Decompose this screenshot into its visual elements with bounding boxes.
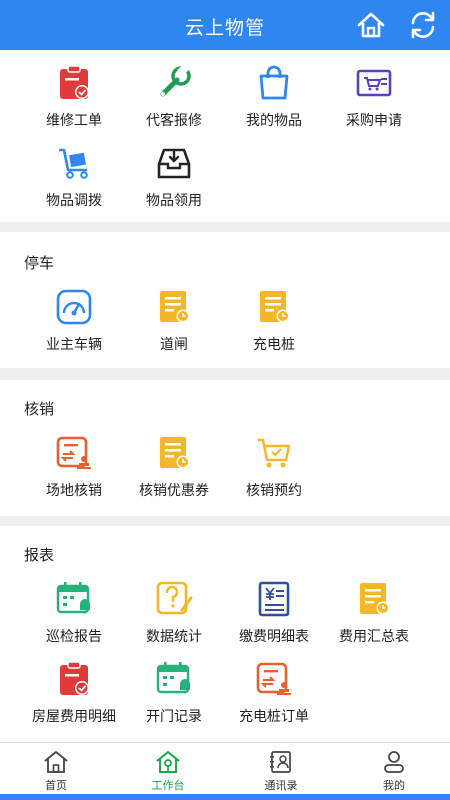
- grid-item-inspection-report[interactable]: 巡检报告: [24, 580, 124, 646]
- grid-item-barrier-gate[interactable]: 道闸: [124, 288, 224, 354]
- grid-item-owner-vehicle[interactable]: 业主车辆: [24, 288, 124, 354]
- grid-item-repair-order[interactable]: 维修工单: [24, 64, 124, 130]
- grid-item-label: 道闸: [160, 337, 188, 353]
- tab-workbench[interactable]: 工作台: [112, 743, 224, 795]
- grid-item-label: 巡检报告: [46, 629, 102, 645]
- tab-label: 工作台: [151, 779, 185, 792]
- clipboard-check-icon: [60, 65, 89, 99]
- grid-item-charging-order[interactable]: 充电桩订单: [224, 660, 324, 726]
- calendar-bell-icon: [156, 662, 190, 694]
- speedometer-icon: [56, 289, 92, 325]
- cart-check-icon: [258, 438, 291, 468]
- document-clock-icon: [160, 291, 190, 323]
- grid-item-label: 代客报修: [146, 113, 202, 129]
- user-icon: [384, 751, 404, 773]
- grid-item-venue-verify[interactable]: 场地核销: [24, 434, 124, 500]
- grid-item-door-record[interactable]: 开门记录: [124, 660, 224, 726]
- grid-item-label: 场地核销: [46, 483, 102, 499]
- inbox-download-icon: [157, 148, 191, 179]
- grid-item-label: 核销预约: [246, 483, 302, 499]
- grid-item-label: 核销优惠券: [139, 483, 209, 499]
- report-section: 报表 巡检报告 数据统计 缴费明细表 费用汇总表 房屋费用明细 开门记录 充电桩…: [0, 526, 450, 742]
- grid-item-payment-detail[interactable]: 缴费明细表: [224, 580, 324, 646]
- grid-item-label: 缴费明细表: [239, 629, 309, 645]
- grid-item-label: 充电桩: [253, 337, 295, 353]
- grid-item-item-requisition[interactable]: 物品领用: [124, 144, 224, 210]
- document-clock-icon: [160, 437, 190, 469]
- grid-item-data-statistics[interactable]: 数据统计: [124, 580, 224, 646]
- grid-item-verify-coupon[interactable]: 核销优惠券: [124, 434, 224, 500]
- tab-contacts[interactable]: 通讯录: [225, 743, 337, 795]
- grid-item-purchase-request[interactable]: 采购申请: [324, 64, 424, 130]
- app-header: 云上物管: [0, 0, 450, 50]
- grid-item-label: 数据统计: [146, 629, 202, 645]
- section-title-parking: 停车: [24, 254, 55, 272]
- home-icon[interactable]: [356, 10, 386, 40]
- home-icon: [44, 751, 68, 773]
- grid-item-label: 物品领用: [146, 193, 202, 209]
- tab-home[interactable]: 首页: [0, 743, 112, 795]
- section-title-verify: 核销: [24, 400, 55, 418]
- document-clock-icon: [360, 583, 390, 615]
- refresh-icon[interactable]: [408, 10, 438, 40]
- tab-label: 我的: [383, 779, 405, 792]
- ticket-stamp-icon: [56, 436, 91, 469]
- section-title-report: 报表: [24, 546, 55, 564]
- question-pen-icon: [156, 581, 193, 615]
- tab-mine[interactable]: 我的: [338, 743, 450, 795]
- contacts-icon: [270, 751, 291, 773]
- grid-item-label: 充电桩订单: [239, 709, 309, 725]
- tab-label: 首页: [45, 779, 67, 792]
- grid-item-label: 业主车辆: [46, 337, 102, 353]
- grid-item-item-transfer[interactable]: 物品调拨: [24, 144, 124, 210]
- grid-item-label: 维修工单: [46, 113, 102, 129]
- calendar-bell-icon: [56, 582, 90, 614]
- system-nav-bar: [0, 794, 450, 800]
- grid-item-proxy-repair[interactable]: 代客报修: [124, 64, 224, 130]
- shopping-bag-icon: [259, 65, 289, 100]
- tools-section: 维修工单 代客报修 我的物品 采购申请 物品调拨 物品领用: [0, 50, 450, 222]
- grid-item-label: 采购申请: [346, 113, 402, 129]
- grid-item-house-fee-detail[interactable]: 房屋费用明细: [24, 660, 124, 726]
- cart-transfer-icon: [59, 148, 88, 179]
- wrench-icon: [160, 64, 191, 97]
- purchase-card-icon: [356, 69, 392, 97]
- grid-item-label: 我的物品: [246, 113, 302, 129]
- yuan-document-icon: [258, 581, 290, 617]
- clipboard-check-icon: [60, 661, 89, 695]
- verify-section: 核销 场地核销 核销优惠券 核销预约: [0, 380, 450, 516]
- grid-item-fee-summary[interactable]: 费用汇总表: [324, 580, 424, 646]
- ticket-stamp-icon: [256, 662, 291, 695]
- grid-item-label: 费用汇总表: [339, 629, 409, 645]
- grid-item-my-items[interactable]: 我的物品: [224, 64, 324, 130]
- grid-item-charging-pile[interactable]: 充电桩: [224, 288, 324, 354]
- tab-label: 通讯录: [264, 779, 298, 792]
- grid-item-label: 物品调拨: [46, 193, 102, 209]
- grid-item-label: 房屋费用明细: [32, 709, 116, 725]
- workbench-house-icon: [156, 751, 180, 773]
- document-clock-icon: [260, 291, 290, 323]
- parking-section: 停车 业主车辆 道闸 充电桩: [0, 232, 450, 368]
- bottom-tab-bar: 首页 工作台 通讯录 我的: [0, 742, 450, 794]
- grid-item-verify-reservation[interactable]: 核销预约: [224, 434, 324, 500]
- grid-item-label: 开门记录: [146, 709, 202, 725]
